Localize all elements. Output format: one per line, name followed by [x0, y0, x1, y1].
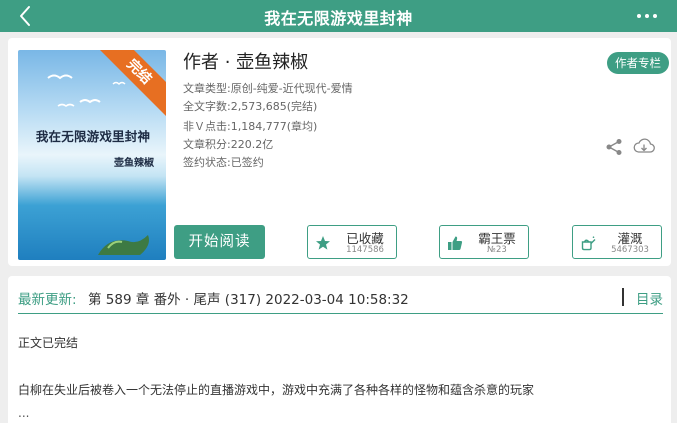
star-icon	[316, 236, 330, 250]
collect-button[interactable]: 已收藏 1147586	[307, 225, 397, 259]
more-button[interactable]	[635, 6, 659, 26]
book-cover[interactable]: 完结 我在无限游戏里封神 壶鱼辣椒	[18, 50, 166, 260]
overlord-ticket-button[interactable]: 霸王票 №23	[439, 225, 529, 259]
author-name[interactable]: 作者 · 壶鱼辣椒	[183, 48, 308, 74]
book-info-card: 完结 我在无限游戏里封神 壶鱼辣椒 作者 · 壶鱼辣椒 文章类型:原创-纯爱-近…	[8, 38, 671, 266]
water-count: 5467303	[611, 245, 649, 255]
completion-status: 正文已完结	[18, 336, 79, 350]
word-count: 全文字数:2,573,685(完结)	[183, 100, 318, 113]
expand-ellipsis[interactable]: ...	[18, 406, 29, 420]
cover-author: 壶鱼辣椒	[114, 158, 154, 169]
watering-can-icon	[581, 236, 596, 251]
share-icon	[606, 139, 622, 155]
collect-count: 1147586	[346, 245, 384, 255]
cover-title: 我在无限游戏里封神	[35, 129, 151, 144]
update-card: 最新更新: 第 589 章 番外 · 尾声 (317) 2022-03-04 1…	[8, 276, 671, 423]
cloud-download-icon	[633, 138, 655, 153]
water-button[interactable]: 灌溉 5467303	[572, 225, 662, 259]
latest-update-label: 最新更新:	[18, 292, 77, 308]
book-description: 白柳在失业后被卷入一个无法停止的直播游戏中，游戏中充满了各种各样的怪物和蕴含杀意…	[18, 383, 535, 397]
more-dots-icon	[637, 14, 657, 18]
share-button[interactable]	[605, 138, 623, 156]
thumbs-up-icon	[448, 236, 463, 250]
download-button[interactable]	[633, 138, 655, 156]
click-count: 非Ｖ点击:1,184,777(章均)	[183, 120, 318, 133]
book-score: 文章积分:220.2亿	[183, 138, 274, 151]
book-type: 文章类型:原创-纯爱-近代现代-爱情	[183, 82, 353, 95]
start-reading-button[interactable]: 开始阅读	[174, 225, 265, 259]
author-column-button[interactable]: 作者专栏	[607, 52, 669, 74]
overlord-rank: №23	[487, 245, 507, 255]
latest-chapter-link[interactable]: 第 589 章 番外 · 尾声 (317) 2022-03-04 10:58:3…	[88, 288, 409, 308]
sign-status: 签约状态:已签约	[183, 156, 264, 169]
latest-update-row[interactable]: 最新更新: 第 589 章 番外 · 尾声 (317) 2022-03-04 1…	[18, 288, 663, 314]
top-bar: 我在无限游戏里封神	[0, 0, 677, 32]
catalog-link[interactable]: 目录	[636, 288, 663, 308]
vertical-divider	[622, 288, 624, 306]
page-title: 我在无限游戏里封神	[264, 9, 413, 28]
